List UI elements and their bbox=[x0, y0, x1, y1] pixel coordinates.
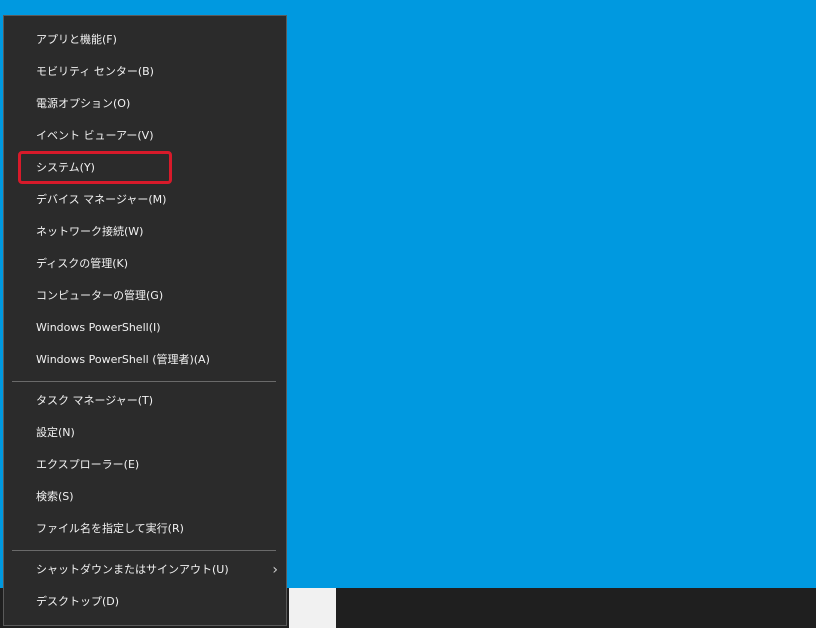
menu-item-run[interactable]: ファイル名を指定して実行(R) bbox=[4, 514, 286, 544]
menu-item-settings[interactable]: 設定(N) bbox=[4, 418, 286, 448]
menu-item-disk-management[interactable]: ディスクの管理(K) bbox=[4, 249, 286, 279]
menu-item-label: システム(Y) bbox=[36, 161, 95, 174]
menu-item-label: ディスクの管理(K) bbox=[36, 257, 129, 270]
winx-context-menu: アプリと機能(F) モビリティ センター(B) 電源オプション(O) イベント … bbox=[3, 15, 287, 626]
menu-item-task-manager[interactable]: タスク マネージャー(T) bbox=[4, 386, 286, 416]
menu-item-system[interactable]: システム(Y) bbox=[4, 153, 286, 183]
menu-item-label: ネットワーク接続(W) bbox=[36, 225, 144, 238]
chevron-right-icon: › bbox=[272, 562, 278, 578]
menu-item-network-connections[interactable]: ネットワーク接続(W) bbox=[4, 217, 286, 247]
menu-item-event-viewer[interactable]: イベント ビューアー(V) bbox=[4, 121, 286, 151]
menu-item-power-options[interactable]: 電源オプション(O) bbox=[4, 89, 286, 119]
start-button[interactable] bbox=[289, 588, 336, 628]
menu-item-label: 電源オプション(O) bbox=[36, 97, 131, 110]
menu-divider bbox=[12, 381, 276, 382]
menu-item-computer-management[interactable]: コンピューターの管理(G) bbox=[4, 281, 286, 311]
menu-divider bbox=[12, 550, 276, 551]
menu-item-label: アプリと機能(F) bbox=[36, 33, 117, 46]
menu-item-label: 検索(S) bbox=[36, 490, 74, 503]
menu-item-device-manager[interactable]: デバイス マネージャー(M) bbox=[4, 185, 286, 215]
menu-item-label: Windows PowerShell (管理者)(A) bbox=[36, 353, 210, 366]
menu-item-apps-and-features[interactable]: アプリと機能(F) bbox=[4, 25, 286, 55]
menu-item-search[interactable]: 検索(S) bbox=[4, 482, 286, 512]
menu-item-label: Windows PowerShell(I) bbox=[36, 321, 161, 334]
menu-item-powershell-admin[interactable]: Windows PowerShell (管理者)(A) bbox=[4, 345, 286, 375]
menu-item-label: コンピューターの管理(G) bbox=[36, 289, 164, 302]
menu-item-label: タスク マネージャー(T) bbox=[36, 394, 154, 407]
menu-item-label: モビリティ センター(B) bbox=[36, 65, 154, 78]
menu-item-mobility-center[interactable]: モビリティ センター(B) bbox=[4, 57, 286, 87]
menu-item-desktop[interactable]: デスクトップ(D) bbox=[4, 587, 286, 617]
menu-item-label: ファイル名を指定して実行(R) bbox=[36, 522, 184, 535]
menu-item-label: イベント ビューアー(V) bbox=[36, 129, 154, 142]
menu-item-label: エクスプローラー(E) bbox=[36, 458, 140, 471]
menu-item-label: デバイス マネージャー(M) bbox=[36, 193, 167, 206]
menu-item-label: デスクトップ(D) bbox=[36, 595, 120, 608]
menu-item-label: 設定(N) bbox=[36, 426, 75, 439]
menu-item-label: シャットダウンまたはサインアウト(U) bbox=[36, 563, 229, 576]
menu-item-powershell[interactable]: Windows PowerShell(I) bbox=[4, 313, 286, 343]
menu-item-explorer[interactable]: エクスプローラー(E) bbox=[4, 450, 286, 480]
menu-item-shutdown-or-signout[interactable]: シャットダウンまたはサインアウト(U) › bbox=[4, 555, 286, 585]
